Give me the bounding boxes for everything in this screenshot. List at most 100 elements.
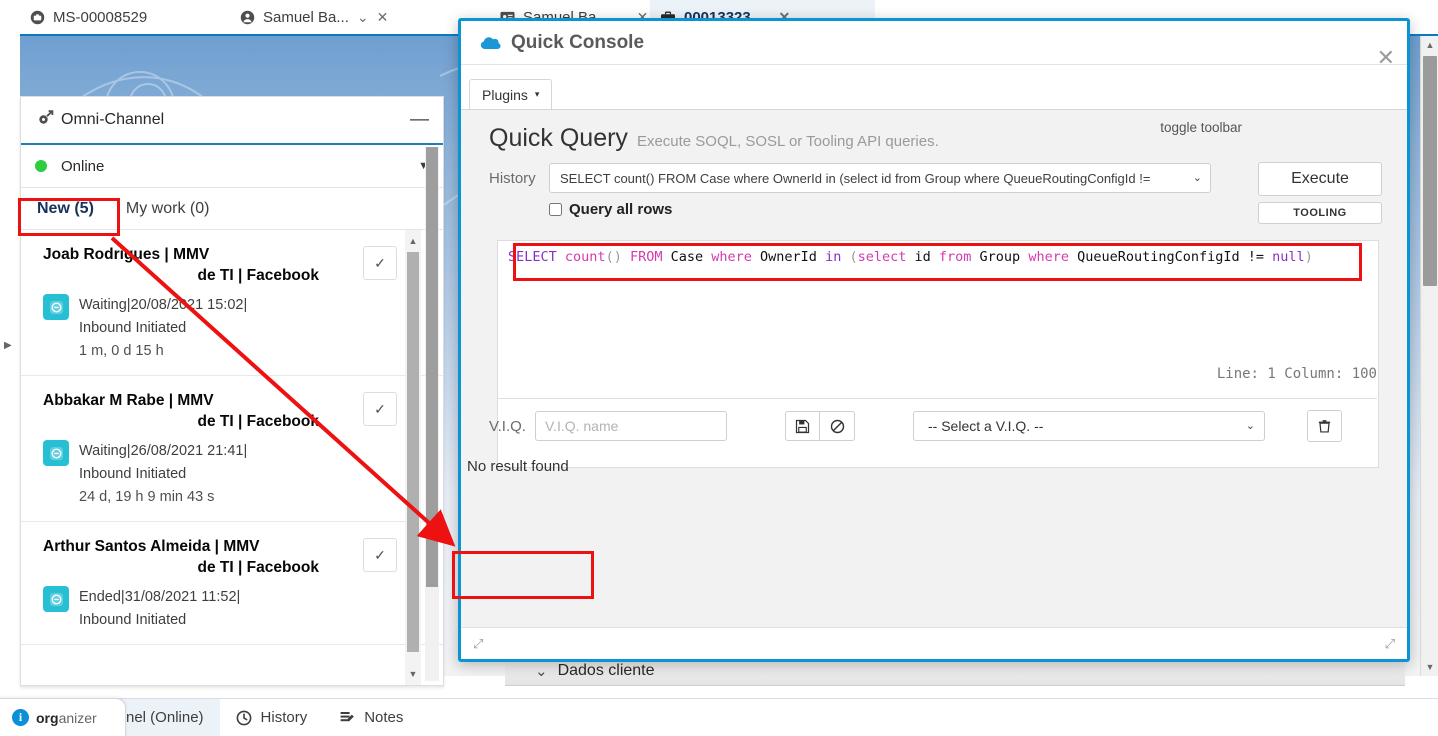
viq-label: V.I.Q. (489, 417, 526, 435)
status-online-dot (35, 160, 47, 172)
work-item-status: Waiting|20/08/2021 15:02| (79, 297, 248, 313)
scrollbar-thumb[interactable] (407, 252, 419, 652)
utility-item-notes[interactable]: Notes (323, 699, 419, 736)
work-item-list-scrollbar[interactable]: ▲ ▼ (405, 230, 421, 685)
accept-work-item-button[interactable]: ✓ (363, 246, 397, 280)
viq-select[interactable]: -- Select a V.I.Q. -- (913, 411, 1265, 441)
scroll-up-icon[interactable]: ▲ (1421, 36, 1438, 54)
utility-item-label: Notes (364, 709, 404, 726)
token: ) (1304, 249, 1313, 265)
console-tab-ms-00008529[interactable]: MS-00008529 (20, 0, 210, 34)
viq-name-input[interactable] (535, 411, 727, 441)
omni-channel-header: Omni-Channel — (21, 97, 443, 145)
tab-new[interactable]: New (5) (21, 188, 110, 229)
token: null (1272, 249, 1305, 265)
soql-editor-code: SELECT count() FROM Case where OwnerId i… (508, 249, 1372, 265)
tooling-toggle-button[interactable]: TOOLING (1258, 202, 1382, 224)
work-item-name-line1: Abbakar M Rabe | MMV (43, 392, 214, 409)
minimize-button[interactable]: — (410, 110, 429, 129)
quick-query-subtitle: Execute SOQL, SOSL or Tooling API querie… (636, 133, 939, 150)
panel-expand-handle[interactable]: ▶ (4, 340, 12, 351)
token: () (605, 249, 622, 265)
quick-console-title: Quick Console (511, 31, 645, 53)
scroll-up-icon[interactable]: ▲ (405, 232, 421, 250)
execute-button[interactable]: Execute (1258, 162, 1382, 196)
work-item-name-line1: Joab Rodrigues | MMV (43, 246, 210, 263)
cancel-viq-button[interactable] (820, 411, 855, 441)
history-select[interactable]: SELECT count() FROM Case where OwnerId i… (549, 163, 1211, 193)
work-item-meta: Waiting|26/08/2021 21:41| Inbound Initia… (43, 440, 397, 509)
query-all-rows-label: Query all rows (569, 201, 673, 218)
query-all-rows-checkbox[interactable] (549, 203, 562, 216)
viq-toolbar: V.I.Q. -- Select a V.I.Q. -- ⌄ (489, 410, 1385, 442)
omni-status-label: Online (61, 157, 105, 175)
scroll-down-icon[interactable]: ▼ (405, 665, 421, 683)
person-icon (240, 10, 255, 25)
console-tab-samuel-1[interactable]: Samuel Ba... ⌄ ✕ (230, 0, 420, 34)
query-result-message: No result found (467, 458, 569, 475)
work-item-name-line2: de TI | Facebook (197, 267, 319, 284)
work-item-name: Arthur Santos Almeida | MMV de TI | Face… (43, 536, 383, 578)
line-column-indicator: Line: 1 Column: 100 (1216, 366, 1377, 382)
chevron-down-icon[interactable]: ⌄ (357, 9, 369, 26)
scroll-down-icon[interactable]: ▼ (1421, 658, 1438, 676)
dados-cliente-label: Dados cliente (557, 662, 655, 679)
token: OwnerId (751, 249, 826, 265)
chevron-down-icon: ▾ (534, 89, 540, 99)
salesforce-cloud-icon (479, 35, 501, 51)
token: select (857, 249, 907, 265)
token: SELECT (508, 249, 557, 265)
resize-handle-left[interactable]: ⤢ (473, 636, 483, 652)
info-bulb-icon: i (12, 709, 29, 726)
history-label: History (489, 170, 536, 187)
resize-handle-right[interactable]: ⤢ (1385, 636, 1395, 652)
scrollbar-thumb[interactable] (426, 147, 438, 587)
work-item-details: Ended|31/08/2021 11:52| Inbound Initiate… (79, 586, 240, 632)
work-item-name: Joab Rodrigues | MMV de TI | Facebook (43, 244, 383, 286)
work-item-age: 1 m, 0 d 15 h (79, 343, 164, 359)
utility-item-label: nel (Online) (126, 709, 204, 726)
divider (497, 398, 1377, 399)
clock-icon (236, 710, 252, 726)
work-item-status: Waiting|26/08/2021 21:41| (79, 443, 248, 459)
toggle-toolbar-link[interactable]: toggle toolbar (1160, 120, 1242, 135)
organizer-badge-bold: org (36, 709, 59, 726)
query-action-buttons: Execute TOOLING (1258, 162, 1382, 224)
omni-status-row[interactable]: Online ▼ (21, 145, 443, 188)
token: FROM (629, 249, 663, 265)
quick-console-plugin-bar: Plugins ▾ (461, 65, 1407, 109)
delete-viq-button[interactable] (1307, 410, 1342, 442)
chevron-down-icon[interactable]: ⌄ (535, 662, 548, 680)
page-scrollbar[interactable]: ▲ ▼ (1420, 36, 1438, 676)
list-item[interactable]: Joab Rodrigues | MMV de TI | Facebook Wa… (21, 230, 443, 376)
messaging-channel-icon (43, 586, 69, 612)
omni-channel-widget: Omni-Channel — Online ▼ New (5) My work … (20, 96, 444, 686)
close-icon[interactable]: ✕ (377, 9, 389, 26)
token: where (711, 249, 752, 265)
omni-channel-icon (35, 108, 61, 133)
list-item[interactable]: Abbakar M Rabe | MMV de TI | Facebook Wa… (21, 376, 443, 522)
organizer-badge[interactable]: i organizer (0, 698, 126, 736)
organizer-badge-label: organizer (36, 710, 97, 726)
omni-panel-scrollbar[interactable] (425, 147, 439, 681)
list-item[interactable]: Arthur Santos Almeida | MMV de TI | Face… (21, 522, 443, 645)
plugins-dropdown[interactable]: Plugins ▾ (469, 79, 553, 109)
tab-my-work[interactable]: My work (0) (110, 188, 226, 229)
notes-icon (339, 710, 355, 726)
quick-query-panel: toggle toolbar Quick Query Execute SOQL,… (461, 109, 1407, 627)
quick-query-heading-row: Quick Query Execute SOQL, SOSL or Toolin… (461, 110, 1407, 153)
utility-bar: nel (Online) History Notes (0, 698, 1438, 736)
omni-tab-strip: New (5) My work (0) (21, 188, 443, 230)
token: where (1028, 249, 1069, 265)
accept-work-item-button[interactable]: ✓ (363, 392, 397, 426)
work-item-type: Inbound Initiated (79, 320, 187, 336)
utility-item-history[interactable]: History (220, 699, 324, 736)
scrollbar-thumb[interactable] (1423, 56, 1437, 286)
work-item-age: 24 d, 19 h 9 min 43 s (79, 489, 215, 505)
accept-work-item-button[interactable]: ✓ (363, 538, 397, 572)
organizer-badge-rest: anizer (58, 709, 97, 726)
save-viq-button[interactable] (785, 411, 820, 441)
query-all-rows-row[interactable]: Query all rows (549, 201, 1211, 218)
token: QueueRoutingConfigId != (1068, 249, 1273, 265)
